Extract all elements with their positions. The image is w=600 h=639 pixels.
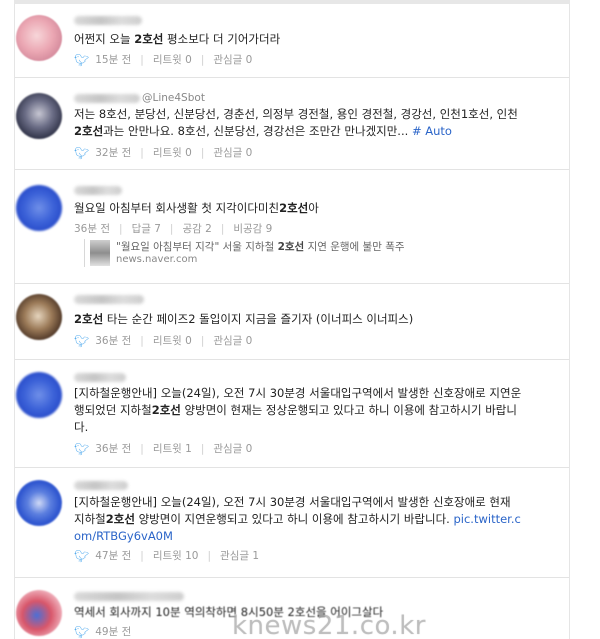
keyword-highlight: 2호선 — [277, 241, 305, 253]
like-count[interactable]: 공감 2 — [182, 221, 211, 236]
twitter-bird-icon: 🐦︎ — [74, 145, 90, 160]
post-text: 저는 8호선, 분당선, 신분당선, 경춘선, 의정부 경전철, 용인 경전철,… — [74, 107, 518, 138]
keyword-highlight: 2호선 — [134, 32, 164, 46]
blurred-username[interactable] — [74, 16, 142, 25]
user-handle[interactable]: @Line4Sbot — [142, 92, 205, 104]
retweet-count[interactable]: 리트윗 0 — [153, 52, 192, 67]
news-source[interactable]: news.naver.com — [116, 254, 197, 265]
post-text: 어쩐지 오늘 2호선 평소보다 더 기어가더라 — [74, 32, 281, 46]
post-time[interactable]: 49분 전 — [95, 624, 131, 639]
news-thumbnail[interactable] — [90, 240, 110, 266]
reply-count[interactable]: 답글 7 — [132, 221, 161, 236]
favorite-count[interactable]: 관심글 0 — [213, 52, 252, 67]
twitter-bird-icon: 🐦︎ — [74, 624, 90, 639]
avatar[interactable] — [16, 185, 62, 231]
avatar[interactable] — [16, 93, 62, 139]
keyword-highlight: 2호선 — [279, 201, 309, 215]
avatar[interactable] — [16, 15, 62, 61]
post-meta: 🐦︎ 36분 전 | 리트윗 0 | 관심글 0 — [74, 333, 253, 348]
watermark: knews21.co.kr — [232, 611, 426, 639]
favorite-count[interactable]: 관심글 1 — [220, 548, 259, 563]
post-time[interactable]: 15분 전 — [95, 52, 131, 67]
post-meta: 36분 전 | 답글 7 | 공감 2 | 비공감 9 — [74, 221, 273, 236]
favorite-count[interactable]: 관심글 0 — [213, 333, 252, 348]
keyword-highlight: 2호선 — [151, 403, 181, 417]
keyword-highlight: 2호선 — [105, 512, 135, 526]
post-text: 2호선 타는 순간 페이즈2 돌입이지 지금을 즐기자 (이너피스 이너피스) — [74, 312, 414, 326]
avatar[interactable] — [16, 480, 62, 526]
post-time[interactable]: 47분 전 — [95, 548, 131, 563]
blurred-username[interactable] — [74, 592, 184, 601]
twitter-bird-icon: 🐦︎ — [74, 333, 90, 348]
post-meta: 🐦︎ 32분 전 | 리트윗 0 | 관심글 0 — [74, 145, 253, 160]
blurred-username[interactable] — [74, 373, 126, 382]
post-text: [지하철운행안내] 오늘(24일), 오전 7시 30분경 서울대입구역에서 발… — [74, 495, 521, 543]
avatar[interactable] — [16, 590, 62, 636]
favorite-count[interactable]: 관심글 0 — [213, 441, 252, 456]
keyword-highlight: 2호선 — [74, 124, 104, 138]
news-divider — [84, 239, 85, 267]
retweet-count[interactable]: 리트윗 10 — [153, 548, 199, 563]
post-meta: 🐦︎ 36분 전 | 리트윗 1 | 관심글 0 — [74, 441, 253, 456]
favorite-count[interactable]: 관심글 0 — [213, 145, 252, 160]
blurred-username[interactable] — [74, 295, 144, 304]
post-meta: 🐦︎ 47분 전 | 리트윗 10 | 관심글 1 — [74, 548, 260, 563]
dislike-count[interactable]: 비공감 9 — [233, 221, 272, 236]
blurred-username[interactable] — [74, 186, 122, 195]
post-time[interactable]: 32분 전 — [95, 145, 131, 160]
pic-link-cont[interactable]: om/RTBGy6vA0M — [74, 529, 173, 543]
post-time[interactable]: 36분 전 — [74, 221, 110, 236]
news-preview[interactable]: "월요일 아침부터 지각" 서울 지하철 2호선 지연 운행에 불만 폭주 ne… — [74, 237, 544, 267]
avatar[interactable] — [16, 372, 62, 418]
post-text: [지하철운행안내] 오늘(24일), 오전 7시 30분경 서울대입구역에서 발… — [74, 386, 522, 434]
retweet-count[interactable]: 리트윗 0 — [153, 145, 192, 160]
twitter-bird-icon: 🐦︎ — [74, 52, 90, 67]
retweet-count[interactable]: 리트윗 0 — [153, 333, 192, 348]
twitter-bird-icon: 🐦︎ — [74, 441, 90, 456]
news-title[interactable]: "월요일 아침부터 지각" 서울 지하철 2호선 지연 운행에 불만 폭주 — [116, 239, 405, 254]
twitter-bird-icon: 🐦︎ — [74, 548, 90, 563]
avatar[interactable] — [16, 294, 62, 340]
post-time[interactable]: 36분 전 — [95, 333, 131, 348]
retweet-count[interactable]: 리트윗 1 — [153, 441, 192, 456]
post-time[interactable]: 36분 전 — [95, 441, 131, 456]
post-meta: 🐦︎ 15분 전 | 리트윗 0 | 관심글 0 — [74, 52, 253, 67]
blurred-username[interactable] — [74, 481, 128, 490]
post-meta: 🐦︎ 49분 전 — [74, 624, 131, 639]
keyword-highlight: 2호선 — [74, 312, 104, 326]
hashtag-link[interactable]: # Auto — [412, 124, 452, 138]
pic-link[interactable]: pic.twitter.c — [453, 512, 520, 526]
post-text: 월요일 아침부터 회사생활 첫 지각이다미친2호선아 — [74, 201, 319, 215]
blurred-username[interactable] — [74, 94, 140, 103]
